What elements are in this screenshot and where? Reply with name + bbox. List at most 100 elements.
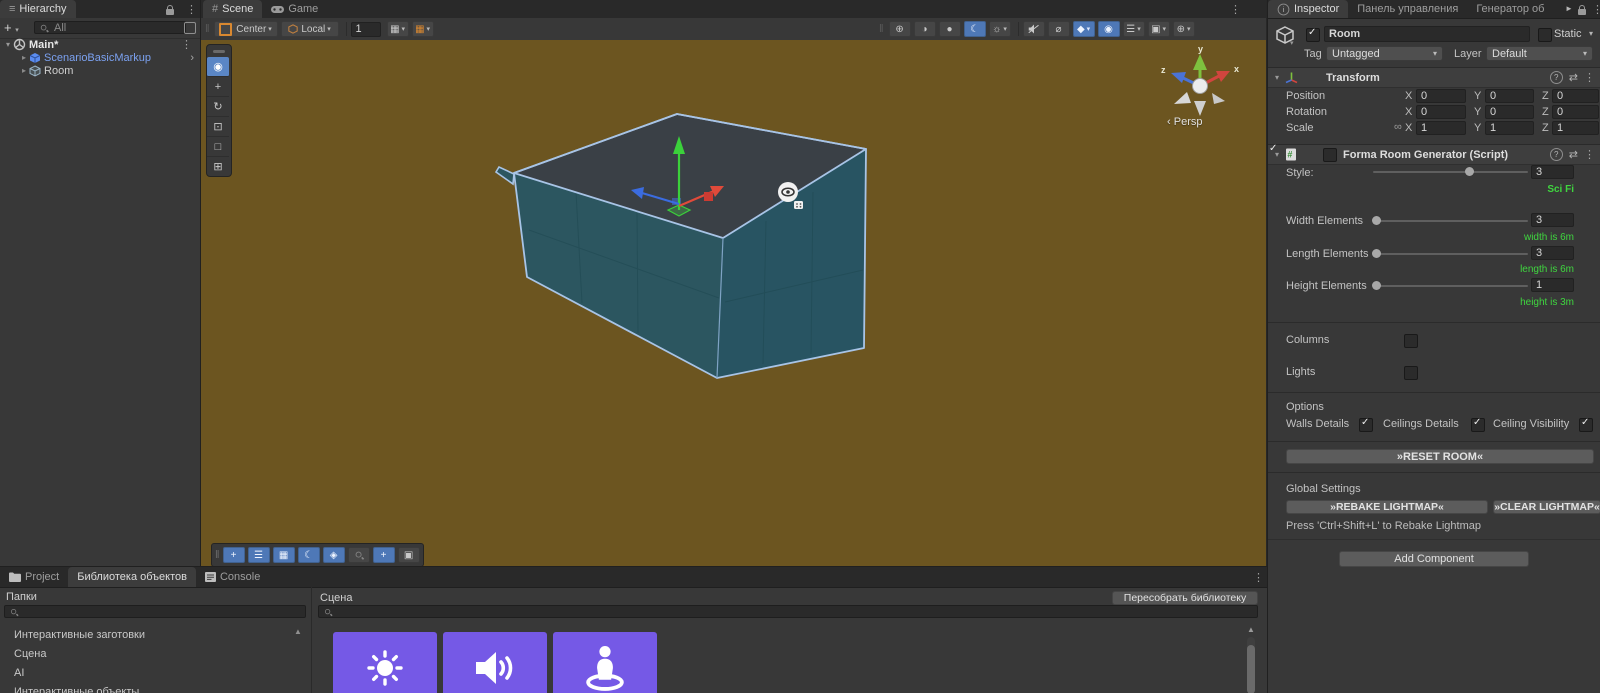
move-tool-button[interactable]: + [207, 77, 229, 97]
tab-control-panel[interactable]: Панель управления [1348, 0, 1467, 18]
walls-details-checkbox[interactable] [1359, 418, 1373, 432]
kebab-icon[interactable]: ⋮ [1253, 571, 1264, 584]
scale-y-field[interactable] [1485, 121, 1534, 135]
grid-overlay-button[interactable]: ▦ [273, 547, 295, 563]
tab-game[interactable]: Game [262, 0, 327, 18]
width-elements-slider[interactable] [1373, 214, 1528, 227]
style-slider[interactable] [1373, 165, 1528, 178]
axis-orientation-gizmo[interactable]: y x z [1158, 46, 1244, 122]
add-object-button[interactable]: + ▾ [4, 20, 19, 35]
lighting-toggle-button[interactable]: ☾ [964, 21, 986, 37]
rebuild-library-button[interactable]: Пересобрать библиотеку [1112, 591, 1258, 605]
scene-kebab-icon[interactable]: ⋮ [181, 38, 192, 51]
height-elements-value[interactable] [1531, 278, 1574, 292]
length-elements-slider[interactable] [1373, 247, 1528, 260]
help-icon[interactable]: ? [1550, 71, 1563, 84]
lighting-overlay-button[interactable]: ☾ [298, 547, 320, 563]
static-checkbox[interactable] [1538, 28, 1552, 42]
ceilings-details-checkbox[interactable] [1471, 418, 1485, 432]
presets-icon[interactable]: ⇄ [1569, 148, 1578, 161]
rotate-tool-button[interactable]: ↻ [207, 97, 229, 117]
layers-dropdown-button[interactable]: ☰▾ [1123, 21, 1145, 37]
style-value-field[interactable] [1531, 165, 1574, 179]
static-caret-icon[interactable]: ▾ [1589, 29, 1593, 38]
reset-room-button[interactable]: »RESET ROOM« [1286, 449, 1594, 464]
overlay-drag-handle[interactable] [207, 45, 231, 57]
overlay-menu-button[interactable]: ▣▾ [1148, 21, 1170, 37]
grid-snap-button[interactable]: ▦▾ [387, 21, 409, 37]
gizmo-off-button[interactable]: ⌀ [1048, 21, 1070, 37]
folders-search-input[interactable] [22, 605, 301, 619]
scene-row-main[interactable]: ▾ Main* ⋮ [0, 38, 200, 51]
kebab-icon[interactable]: ⋮ [1584, 71, 1595, 84]
tab-hierarchy[interactable]: ≡ Hierarchy [0, 0, 76, 18]
height-elements-slider[interactable] [1373, 279, 1528, 292]
columns-checkbox[interactable] [1404, 334, 1418, 348]
tab-inspector[interactable]: i Inspector [1268, 0, 1348, 18]
layer-dropdown[interactable]: Default▾ [1486, 46, 1593, 61]
audio-mute-button[interactable] [1023, 21, 1045, 37]
move-overlay-button[interactable]: + [223, 547, 245, 563]
link-icon[interactable]: ∞ [1394, 121, 1402, 133]
ceiling-visibility-checkbox[interactable] [1579, 418, 1593, 432]
header-foldout-icon[interactable]: ▾ [1290, 39, 1294, 47]
position-x-field[interactable] [1416, 89, 1466, 103]
view-tool-button[interactable]: ◉ [207, 57, 229, 77]
gameobject-enabled-checkbox[interactable] [1306, 28, 1320, 42]
increment-snap-button[interactable]: ▦▾ [412, 21, 434, 37]
clear-lightmap-button[interactable]: »CLEAR LIGHTMAP« [1493, 500, 1600, 514]
shading-mode-button[interactable]: ◑ [914, 21, 936, 37]
folder-item[interactable]: AI [14, 667, 24, 679]
scene-visibility-button[interactable]: ◉ [1098, 21, 1120, 37]
folder-item[interactable]: Сцена [14, 648, 46, 660]
script-enabled-checkbox[interactable] [1323, 148, 1337, 162]
tab-object-generator[interactable]: Генератор об [1467, 0, 1553, 18]
foldout-closed-icon[interactable]: ▸ [22, 66, 26, 75]
tab-scene[interactable]: # Scene [203, 0, 262, 18]
tab-object-library[interactable]: Библиотека объектов [68, 567, 196, 587]
camera-overlay-button[interactable]: ▣ [398, 547, 420, 563]
effects-dropdown-button[interactable]: ◆▾ [1073, 21, 1095, 37]
kebab-icon[interactable]: ⋮ [1584, 148, 1595, 161]
scene-camera-button[interactable]: ⊕ [889, 21, 911, 37]
rotation-z-field[interactable] [1552, 105, 1599, 119]
library-tile-spawn-point[interactable] [553, 632, 657, 693]
library-tile-light[interactable] [333, 632, 437, 693]
snap-increment-input[interactable] [351, 22, 381, 37]
scale-tool-button[interactable]: ⊡ [207, 117, 229, 137]
help-icon[interactable]: ? [1550, 148, 1563, 161]
folder-item[interactable]: Интерактивные заготовки [14, 629, 145, 641]
settings-overlay-button[interactable]: ☰ [248, 547, 270, 563]
tree-item-room[interactable]: ▸ Room [0, 64, 200, 77]
library-scroll-up-icon[interactable]: ▲ [1247, 625, 1255, 634]
tag-dropdown[interactable]: Untagged▾ [1326, 46, 1443, 61]
tree-item-scenariobasicmarkup[interactable]: ▸ ScenarioBasicMarkup › [0, 51, 200, 64]
folder-item[interactable]: Интерактивные объекты [14, 686, 139, 693]
library-scrollbar[interactable] [1247, 637, 1255, 693]
foldout-open-icon[interactable]: ▾ [6, 40, 10, 49]
2d-mode-button[interactable]: ● [939, 21, 961, 37]
folders-search[interactable] [4, 605, 306, 618]
tab-scroll-arrow-icon[interactable]: ► [1565, 4, 1573, 13]
position-z-field[interactable] [1552, 89, 1599, 103]
prefab-open-arrow[interactable]: › [190, 52, 194, 64]
rotation-y-field[interactable] [1485, 105, 1534, 119]
hierarchy-search-input[interactable] [52, 21, 181, 35]
search-overlay-button[interactable] [348, 547, 370, 563]
library-tile-audio[interactable] [443, 632, 547, 693]
room-generator-header[interactable]: ▾ # Forma Room Generator (Script) ? ⇄ ⋮ [1268, 144, 1600, 165]
position-y-field[interactable] [1485, 89, 1534, 103]
gizmos-dropdown-button[interactable]: ⊕▾ [1173, 21, 1195, 37]
pivot-mode-dropdown[interactable]: Center▾ [214, 21, 278, 37]
tab-project[interactable]: Project [0, 567, 68, 587]
gameobject-name-field[interactable] [1324, 26, 1530, 42]
library-search-input[interactable] [336, 605, 1253, 619]
presets-icon[interactable]: ⇄ [1569, 71, 1578, 84]
overlay-drag-handle[interactable]: ‖ [215, 549, 220, 561]
scene-canvas[interactable]: ◉ + ↻ ⊡ □ ⊞ y x z ‹ Persp [201, 40, 1266, 566]
transform-tool-button[interactable]: ⊞ [207, 157, 229, 176]
scale-x-field[interactable] [1416, 121, 1466, 135]
width-elements-value[interactable] [1531, 213, 1574, 227]
scene-picker-icon[interactable] [184, 22, 196, 34]
add-component-button[interactable]: Add Component [1339, 551, 1529, 567]
